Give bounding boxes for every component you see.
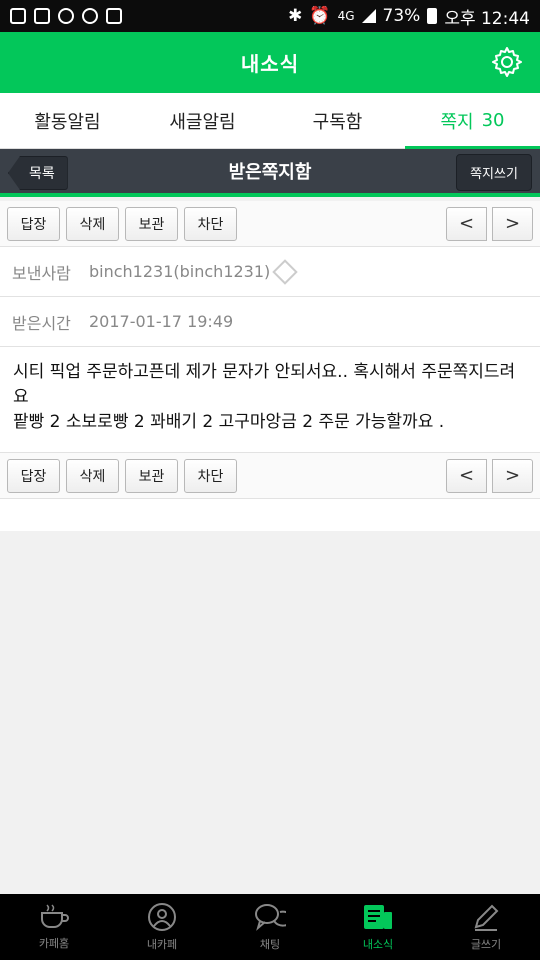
talk-icon xyxy=(58,8,74,24)
cup-icon xyxy=(41,904,69,928)
bag-icon xyxy=(106,8,122,24)
tab-messages[interactable]: 쪽지 30 xyxy=(405,93,540,149)
bottom-action-row: 답장 삭제 보관 차단 < > xyxy=(0,453,540,499)
tab-subscriptions[interactable]: 구독함 xyxy=(270,93,405,148)
chat-icon xyxy=(255,904,286,931)
sender-row: 보낸사람 binch1231(binch1231) xyxy=(0,247,540,297)
message-nav: < > xyxy=(446,458,533,493)
tag-icon[interactable] xyxy=(272,258,299,285)
nav-label: 카페홈 xyxy=(38,937,70,950)
news-icon xyxy=(364,905,392,929)
nav-chat[interactable]: 채팅 xyxy=(216,894,324,960)
top-action-row: 답장 삭제 보관 차단 < > xyxy=(0,201,540,247)
nav-write[interactable]: 글쓰기 xyxy=(432,894,540,960)
reply-button[interactable]: 답장 xyxy=(7,458,60,493)
message-body: 시티 픽업 주문하고픈데 제가 문자가 안되서요.. 혹시해서 주문쪽지드려요 … xyxy=(0,347,540,453)
person-icon xyxy=(148,903,176,931)
tab-label: 쪽지 xyxy=(440,111,474,133)
tab-label: 새글알림 xyxy=(169,111,236,133)
sender-label: 보낸사람 xyxy=(12,263,71,283)
block-button[interactable]: 차단 xyxy=(184,458,237,493)
network-type: 4G xyxy=(337,9,355,23)
nav-news[interactable]: 내소식 xyxy=(324,894,432,960)
page-title: 내소식 xyxy=(240,52,300,76)
sender-value[interactable]: binch1231(binch1231) xyxy=(89,262,270,281)
list-back-button[interactable]: 목록 xyxy=(8,156,68,190)
received-time-value: 2017-01-17 19:49 xyxy=(89,312,234,331)
received-time-label: 받은시간 xyxy=(12,313,71,333)
delete-button[interactable]: 삭제 xyxy=(66,458,119,493)
tab-count-badge: 30 xyxy=(481,110,505,131)
tab-label: 구독함 xyxy=(312,111,363,133)
bottom-nav: 카페홈 내카페 채팅 내소식 글쓰기 xyxy=(0,894,540,960)
archive-button[interactable]: 보관 xyxy=(125,206,178,241)
status-bar: ✱ ⏰ 4G 73% 오후 12:44 xyxy=(0,0,540,32)
reply-button[interactable]: 답장 xyxy=(7,206,60,241)
battery-icon xyxy=(427,8,438,24)
pencil-icon xyxy=(474,904,499,931)
block-button[interactable]: 차단 xyxy=(184,206,237,241)
delete-button[interactable]: 삭제 xyxy=(66,206,119,241)
next-message-button[interactable]: > xyxy=(492,206,533,241)
next-message-button[interactable]: > xyxy=(492,458,533,493)
image-icon xyxy=(34,8,50,24)
message-nav: < > xyxy=(446,206,533,241)
nav-label: 내소식 xyxy=(362,938,394,951)
tab-new-posts[interactable]: 새글알림 xyxy=(135,93,270,148)
tab-label: 활동알림 xyxy=(34,111,101,133)
clock: 오후 12:44 xyxy=(444,8,530,29)
nav-my-cafe[interactable]: 내카페 xyxy=(108,894,216,960)
message-detail: 답장 삭제 보관 차단 < > 보낸사람 binch1231(binch1231… xyxy=(0,201,540,531)
bluetooth-icon: ✱ xyxy=(288,6,303,26)
signal-icon xyxy=(361,9,376,23)
prev-message-button[interactable]: < xyxy=(446,458,487,493)
received-time-row: 받은시간 2017-01-17 19:49 xyxy=(0,297,540,347)
tab-bar: 활동알림 새글알림 구독함 쪽지 30 xyxy=(0,93,540,149)
nav-label: 글쓰기 xyxy=(470,938,502,951)
nav-cafe-home[interactable]: 카페홈 xyxy=(0,894,108,960)
tab-activity[interactable]: 활동알림 xyxy=(0,93,135,148)
status-left-icons xyxy=(10,8,122,24)
inbox-title: 받은쪽지함 xyxy=(228,162,312,183)
inbox-subheader: 목록 받은쪽지함 쪽지쓰기 xyxy=(0,149,540,197)
gear-icon[interactable] xyxy=(491,46,523,78)
nav-label: 내카페 xyxy=(146,938,178,951)
alarm-icon: ⏰ xyxy=(309,6,331,26)
gallery-icon xyxy=(10,8,26,24)
app-header: 내소식 xyxy=(0,32,540,93)
sync-icon xyxy=(82,8,98,24)
status-right: ✱ ⏰ 4G 73% 오후 12:44 xyxy=(288,4,530,29)
archive-button[interactable]: 보관 xyxy=(125,458,178,493)
prev-message-button[interactable]: < xyxy=(446,206,487,241)
battery-percent: 73% xyxy=(382,6,421,26)
nav-label: 채팅 xyxy=(259,938,281,951)
write-message-button[interactable]: 쪽지쓰기 xyxy=(456,154,532,191)
